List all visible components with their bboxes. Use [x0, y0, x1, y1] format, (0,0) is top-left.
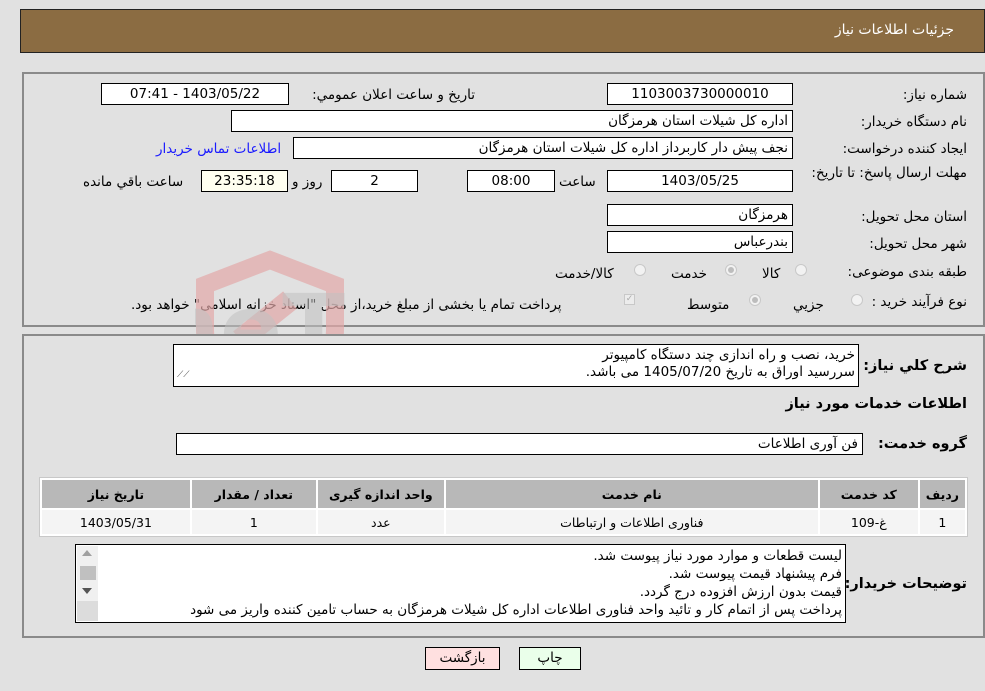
- buyer-notes-line: پرداخت پس از اتمام کار و تائید واحد فناو…: [190, 602, 842, 618]
- notes-scrollbar[interactable]: [77, 546, 98, 621]
- category-service-label: خدمت: [671, 266, 707, 282]
- process-medium-label: متوسط: [687, 297, 730, 313]
- purchase-process-label: نوع فرآیند خرید :: [871, 294, 967, 310]
- category-goods-radio[interactable]: [795, 264, 807, 276]
- category-service-radio[interactable]: [725, 264, 737, 276]
- time-remaining-field: 23:35:18: [201, 170, 288, 192]
- col-header-quantity: تعداد / مقدار: [191, 480, 316, 508]
- buyer-notes-label: توضيحات خريدار:: [844, 576, 967, 592]
- process-minor-radio[interactable]: [851, 294, 863, 306]
- treasury-checkbox[interactable]: ✓: [624, 294, 635, 305]
- delivery-province-label: استان محل تحویل:: [861, 209, 967, 225]
- general-desc-line: خرید، نصب و راه اندازی چند دستگاه کامپیو…: [602, 347, 855, 363]
- delivery-city-field: بندرعباس: [607, 231, 793, 253]
- deadline-date-field: 1403/05/25: [607, 170, 793, 192]
- services-heading: اطلاعات خدمات مورد نياز: [785, 396, 967, 412]
- category-goods-service-label: کالا/خدمت: [555, 266, 614, 282]
- process-medium-radio[interactable]: [749, 294, 761, 306]
- service-group-field: فن آوری اطلاعات: [176, 433, 863, 455]
- deadline-label: مهلت ارسال پاسخ: تا تاریخ:: [811, 165, 967, 181]
- requester-label: ایجاد کننده درخواست:: [842, 141, 967, 157]
- scroll-up-arrow-icon[interactable]: [82, 550, 92, 556]
- general-desc-textarea[interactable]: خرید، نصب و راه اندازی چند دستگاه کامپیو…: [173, 344, 859, 387]
- category-label: طبقه بندی موضوعی:: [847, 264, 967, 280]
- cell-service-name: فناوری اطلاعات و ارتباطات: [445, 510, 818, 534]
- category-goods-label: کالا: [762, 266, 781, 282]
- buyer-notes-line: فرم پیشنهاد قیمت پیوست شد.: [668, 566, 842, 582]
- col-header-row-num: ردیف: [919, 480, 965, 508]
- resize-grip-icon[interactable]: [77, 601, 98, 621]
- days-label: روز و: [292, 174, 323, 190]
- buyer-contact-link[interactable]: اطلاعات تماس خریدار: [156, 141, 281, 157]
- buyer-org-field: اداره کل شیلات استان هرمزگان: [231, 110, 793, 132]
- time-remaining-label: ساعت باقي مانده: [83, 174, 184, 190]
- buyer-notes-line: قیمت بدون ارزش افزوده درج گردد.: [639, 584, 842, 600]
- category-goods-service-radio[interactable]: [634, 264, 646, 276]
- back-button[interactable]: بازگشت: [425, 647, 500, 670]
- treasury-checkbox-label: پرداخت تمام یا بخشی از مبلغ خرید،از محل …: [131, 297, 562, 313]
- general-desc-label: شرح كلي نياز:: [863, 358, 967, 374]
- col-header-unit: واحد اندازه گیری: [317, 480, 444, 508]
- general-desc-line: سررسید اوراق به تاریخ 1405/07/20 می باشد…: [585, 364, 855, 380]
- page-title: جزئیات اطلاعات نیاز: [834, 22, 954, 38]
- need-number-label: شماره نیاز:: [902, 87, 967, 103]
- buyer-org-label: نام دستگاه خریدار:: [860, 114, 967, 130]
- need-number-field: 1103003730000010: [607, 83, 793, 105]
- delivery-province-field: هرمزگان: [607, 204, 793, 226]
- deadline-time-label: ساعت: [559, 174, 596, 190]
- scroll-thumb[interactable]: [80, 566, 96, 580]
- buyer-notes-line: لیست قطعات و موارد مورد نیاز پیوست شد.: [593, 548, 842, 564]
- scroll-down-arrow-icon[interactable]: [82, 588, 92, 594]
- page-header: جزئیات اطلاعات نیاز: [20, 9, 985, 53]
- services-table: ردیف کد خدمت نام خدمت واحد اندازه گیری ت…: [39, 477, 968, 537]
- announce-datetime-label: تاریخ و ساعت اعلان عمومي:: [312, 87, 475, 103]
- announce-datetime-field: 1403/05/22 - 07:41: [101, 83, 289, 105]
- deadline-time-field: 08:00: [467, 170, 555, 192]
- cell-quantity: 1: [191, 510, 316, 534]
- cell-unit: عدد: [317, 510, 444, 534]
- process-minor-label: جزیي: [793, 297, 824, 313]
- buyer-notes-textarea[interactable]: لیست قطعات و موارد مورد نیاز پیوست شد. ف…: [75, 544, 846, 623]
- col-header-need-date: تاریخ نیاز: [42, 480, 190, 508]
- table-row: 1 غ-109 فناوری اطلاعات و ارتباطات عدد 1 …: [42, 510, 965, 534]
- cell-row-num: 1: [919, 510, 965, 534]
- requester-field: نجف پیش دار کاربرداز اداره کل شیلات استا…: [293, 137, 793, 159]
- print-button[interactable]: چاپ: [519, 647, 581, 670]
- table-header-row: ردیف کد خدمت نام خدمت واحد اندازه گیری ت…: [42, 480, 965, 508]
- cell-need-date: 1403/05/31: [42, 510, 190, 534]
- service-group-label: گروه خدمت:: [877, 436, 967, 452]
- col-header-service-name: نام خدمت: [445, 480, 818, 508]
- cell-service-code: غ-109: [819, 510, 918, 534]
- col-header-service-code: کد خدمت: [819, 480, 918, 508]
- resize-grip-icon[interactable]: ⟋⟋: [177, 367, 190, 384]
- days-remaining-field: 2: [331, 170, 418, 192]
- delivery-city-label: شهر محل تحویل:: [869, 236, 967, 252]
